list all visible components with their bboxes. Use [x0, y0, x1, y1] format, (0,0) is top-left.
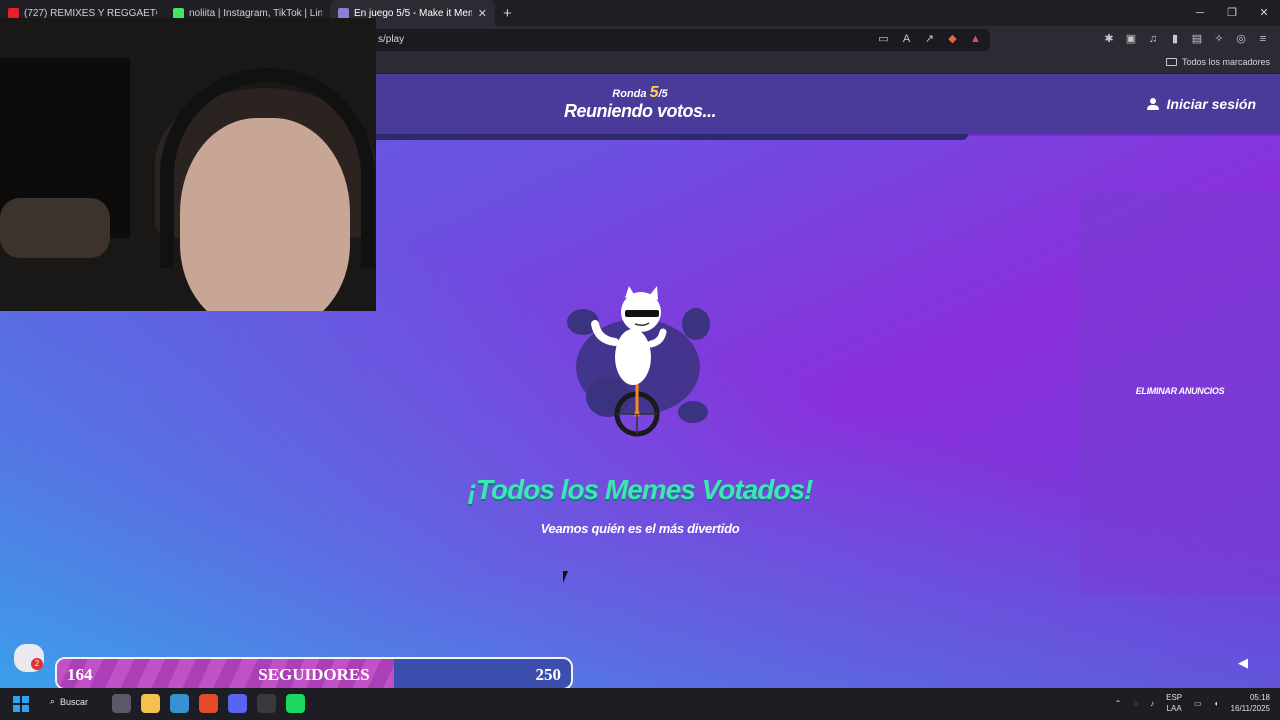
brave-icon[interactable] — [199, 694, 218, 713]
brave-rewards-icon[interactable]: ▲ — [969, 32, 982, 46]
round-total: /5 — [658, 88, 668, 100]
photos-icon[interactable] — [170, 694, 189, 713]
followers-goal: 250 — [535, 665, 562, 684]
user-icon — [1146, 97, 1159, 111]
all-memes-voted-subtitle: Veamos quién es el más divertido — [540, 521, 740, 536]
obs-icon[interactable] — [257, 694, 276, 713]
folder-icon — [1165, 58, 1177, 66]
login-button[interactable]: Iniciar sesión — [1146, 96, 1256, 112]
media-icon[interactable]: ♫ — [1146, 32, 1160, 46]
system-tray: ⌃ ◌ ♪ ESP LAA ▭ ◖ 05:18 16/11/2025 — [1115, 692, 1270, 714]
restore-icon[interactable]: ❐ — [1216, 0, 1248, 26]
cat-unicycle-illustration — [567, 286, 710, 437]
start-button-icon[interactable] — [13, 696, 29, 712]
share-icon[interactable]: ↗ — [923, 32, 936, 46]
taskbar-search[interactable]: ⌕ Buscar — [50, 696, 88, 707]
brave-shields-icon[interactable]: ◆ — [946, 32, 959, 46]
network-icon[interactable]: ◌ — [1133, 699, 1138, 708]
cast-icon[interactable]: ▭ — [877, 32, 890, 46]
translate-icon[interactable]: A — [900, 32, 913, 46]
mouse-cursor — [563, 571, 573, 583]
login-label: Iniciar sesión — [1166, 96, 1256, 112]
webcam-background-object — [0, 198, 110, 258]
close-tab-icon[interactable]: ✕ — [478, 7, 487, 20]
search-label: Buscar — [60, 696, 89, 707]
webcam-overlay — [0, 18, 376, 311]
linktree-icon — [173, 7, 184, 19]
file-explorer-icon[interactable] — [141, 694, 160, 713]
lang-layout: LAA — [1166, 704, 1182, 713]
close-window-icon[interactable]: ✕ — [1248, 0, 1280, 26]
followers-label: SEGUIDORES — [258, 665, 370, 684]
remove-ads-link[interactable]: ELIMINAR ANUNCIOS — [1080, 386, 1280, 396]
language-indicator[interactable]: ESP LAA — [1166, 692, 1182, 714]
make-it-meme-icon — [338, 7, 349, 19]
chevron-up-icon[interactable]: ⌃ — [1115, 699, 1122, 708]
clock-time: 05:18 — [1249, 693, 1270, 702]
display-icon[interactable]: ▭ — [1194, 699, 1202, 708]
mic-icon[interactable]: ♪ — [1150, 699, 1154, 708]
vpn-icon[interactable]: ◎ — [1234, 32, 1248, 46]
extensions-icon[interactable]: ✱ — [1102, 32, 1116, 46]
bookmarks-label: Todos los marcadores — [1181, 57, 1270, 67]
all-bookmarks-button[interactable]: Todos los marcadores — [1165, 57, 1270, 67]
all-memes-voted-title: ¡Todos los Memes Votados! — [467, 474, 814, 505]
volume-icon[interactable]: ◖ — [1214, 699, 1219, 708]
sidebar-icon[interactable]: ▮ — [1168, 32, 1182, 46]
leo-ai-icon[interactable]: ✧ — [1212, 32, 1226, 46]
url-text: s/play — [378, 34, 405, 45]
wallet2-icon[interactable]: ▤ — [1190, 32, 1204, 46]
follower-goal-bar: 164 SEGUIDORES 250 — [55, 657, 573, 690]
wallet-icon[interactable]: ▣ — [1124, 32, 1138, 46]
progress-track — [968, 134, 1280, 136]
task-view-icon[interactable] — [112, 694, 131, 713]
clock[interactable]: 05:18 16/11/2025 — [1231, 692, 1270, 714]
windows-taskbar: ⌕ Buscar ⌃ ◌ ♪ ESP LAA ▭ ◖ 05:18 16/11/2… — [0, 688, 1280, 720]
minimize-icon[interactable]: ─ — [1184, 0, 1216, 26]
tab-title: En juego 5/5 - Make it Meme — [354, 7, 472, 19]
tab-title: (727) REMIXES Y REGGAETON OLD — [24, 7, 157, 19]
youtube-icon — [8, 7, 19, 19]
round-current: 5 — [649, 84, 659, 101]
lang-code: ESP — [1166, 693, 1183, 702]
new-tab-button[interactable]: + — [503, 5, 512, 22]
tab-title: noliita | Instagram, TikTok | Linktree — [189, 7, 322, 19]
headphones — [160, 68, 375, 268]
discord-icon[interactable] — [228, 694, 247, 713]
round-progress-bar — [376, 134, 968, 140]
window-controls: ─ ❐ ✕ — [1184, 0, 1280, 26]
address-bar[interactable]: s/play ▭ A ↗ ◆ ▲ — [370, 29, 990, 51]
search-icon: ⌕ — [50, 696, 56, 706]
spotify-icon[interactable] — [286, 694, 305, 713]
menu-icon[interactable]: ≡ — [1256, 32, 1270, 46]
chat-badge: 2 — [31, 658, 43, 670]
sound-mute-icon[interactable]: ◀ — [1238, 656, 1252, 670]
clock-date: 16/11/2025 — [1230, 704, 1270, 713]
taskbar-apps — [112, 694, 305, 713]
round-prefix: Ronda — [612, 88, 647, 100]
